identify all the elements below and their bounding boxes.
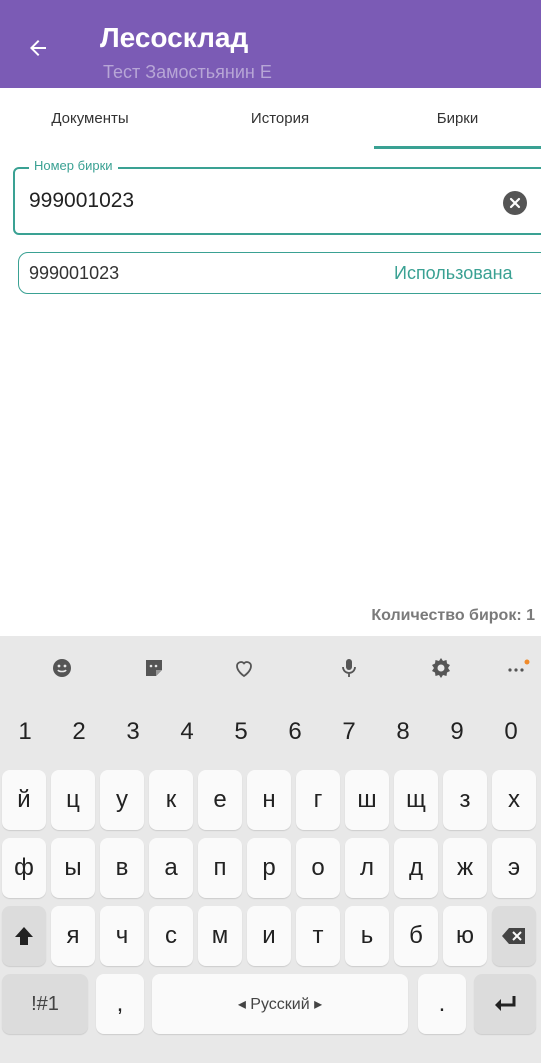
key-ы[interactable]: ы [51, 838, 95, 898]
key-6[interactable]: 6 [272, 702, 318, 762]
soft-keyboard: 1 2 3 4 5 6 7 8 9 0 й ц у к е н г ш щ з … [0, 636, 541, 1063]
key-а[interactable]: а [149, 838, 193, 898]
key-8[interactable]: 8 [380, 702, 426, 762]
app-bar: Лесосклад Тест Замостьянин Е [0, 0, 541, 88]
favorites-button[interactable] [226, 650, 262, 686]
backspace-key[interactable] [492, 906, 536, 966]
tab-tags[interactable]: Бирки [374, 88, 541, 148]
key-4[interactable]: 4 [164, 702, 210, 762]
key-1[interactable]: 1 [2, 702, 48, 762]
heart-icon [236, 661, 252, 678]
key-щ[interactable]: щ [394, 770, 438, 830]
key-р[interactable]: р [247, 838, 291, 898]
key-ь[interactable]: ь [345, 906, 389, 966]
key-с[interactable]: с [149, 906, 193, 966]
key-2[interactable]: 2 [56, 702, 102, 762]
enter-key[interactable] [474, 974, 536, 1034]
shift-key[interactable] [2, 906, 46, 966]
key-й[interactable]: й [2, 770, 46, 830]
shift-icon [15, 927, 33, 945]
key-ю[interactable]: ю [443, 906, 487, 966]
gear-icon [432, 658, 450, 678]
key-ф[interactable]: ф [2, 838, 46, 898]
key-и[interactable]: и [247, 906, 291, 966]
key-э[interactable]: э [492, 838, 536, 898]
key-н[interactable]: н [247, 770, 291, 830]
tag-number-input[interactable] [29, 189, 469, 213]
tag-number-label: Номер бирки [29, 158, 118, 173]
key-7[interactable]: 7 [326, 702, 372, 762]
key-м[interactable]: м [198, 906, 242, 966]
key-ц[interactable]: ц [51, 770, 95, 830]
emoji-button[interactable] [44, 650, 80, 686]
keyboard-settings-button[interactable] [423, 650, 459, 686]
arrow-back-icon [30, 40, 46, 56]
more-icon [508, 659, 530, 672]
key-в[interactable]: в [100, 838, 144, 898]
key-о[interactable]: о [296, 838, 340, 898]
tab-documents[interactable]: Документы [0, 88, 180, 148]
key-д[interactable]: д [394, 838, 438, 898]
key-ж[interactable]: ж [443, 838, 487, 898]
key-у[interactable]: у [100, 770, 144, 830]
back-button[interactable] [20, 30, 56, 66]
key-б[interactable]: б [394, 906, 438, 966]
key-ч[interactable]: ч [100, 906, 144, 966]
key-х[interactable]: х [492, 770, 536, 830]
sticker-icon [146, 660, 162, 676]
clear-button[interactable] [503, 191, 527, 215]
tag-result-item[interactable]: 999001023 Использована [18, 252, 541, 294]
symbols-key[interactable]: !#1 [2, 974, 88, 1034]
key-е[interactable]: е [198, 770, 242, 830]
keyboard-toolbar [0, 636, 541, 698]
close-icon [509, 197, 521, 209]
comma-key[interactable]: , [96, 974, 144, 1034]
key-з[interactable]: з [443, 770, 487, 830]
key-п[interactable]: п [198, 838, 242, 898]
mic-icon [342, 659, 356, 677]
tag-result-status: Использована [394, 263, 513, 283]
backspace-icon [502, 928, 525, 944]
tag-number-field[interactable]: Номер бирки [13, 158, 541, 235]
key-9[interactable]: 9 [434, 702, 480, 762]
voice-input-button[interactable] [331, 650, 367, 686]
app-title: Лесосклад [100, 22, 249, 53]
key-я[interactable]: я [51, 906, 95, 966]
key-5[interactable]: 5 [218, 702, 264, 762]
tag-result-number: 999001023 [29, 263, 120, 283]
key-к[interactable]: к [149, 770, 193, 830]
app-subtitle: Тест Замостьянин Е [103, 62, 272, 82]
period-key[interactable]: . [418, 974, 466, 1034]
space-key[interactable]: ◂ Русский ▸ [152, 974, 408, 1034]
sticker-button[interactable] [136, 650, 172, 686]
enter-icon [495, 996, 516, 1011]
key-3[interactable]: 3 [110, 702, 156, 762]
emoji-icon [53, 659, 71, 677]
tags-count: Количество бирок: 1 [371, 607, 535, 624]
tab-history[interactable]: История [190, 88, 370, 148]
active-tab-indicator [374, 146, 541, 149]
tab-bar: Документы История Бирки [0, 88, 541, 150]
key-ш[interactable]: ш [345, 770, 389, 830]
key-0[interactable]: 0 [488, 702, 534, 762]
key-т[interactable]: т [296, 906, 340, 966]
more-button[interactable] [500, 650, 536, 686]
key-г[interactable]: г [296, 770, 340, 830]
key-л[interactable]: л [345, 838, 389, 898]
